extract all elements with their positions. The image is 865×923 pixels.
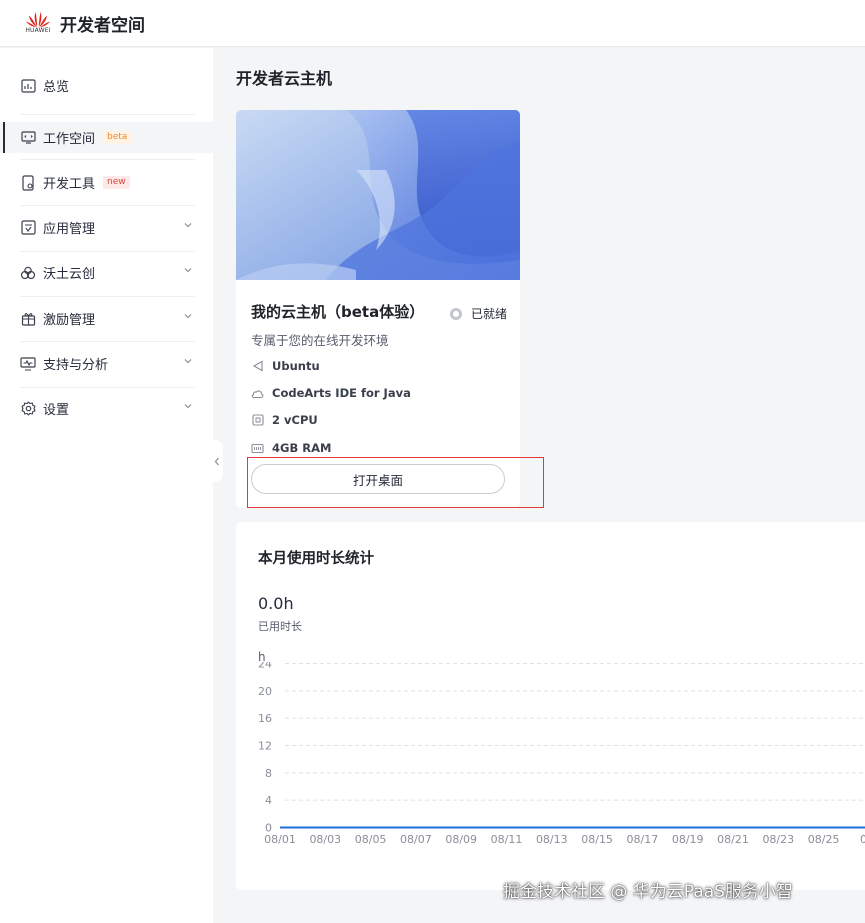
chevron-down-icon[interactable]	[183, 265, 193, 275]
chevron-left-icon	[214, 457, 219, 465]
sidebar-item-label: 总览	[43, 80, 70, 95]
y-tick-label: 24	[258, 662, 272, 671]
x-tick-label: 08/21	[717, 833, 749, 846]
cloud-host-banner-image	[236, 110, 520, 280]
ide-cloud-icon	[251, 387, 264, 400]
brand-text: HUAWEI	[25, 27, 51, 34]
usage-stats-card: 本月使用时长统计 0.0h 已用时长 h 0 4 8 12 16 20 24 08/01 08/…	[236, 522, 865, 890]
sidebar-item-label: 工作空间	[43, 132, 96, 147]
top-header: HUAWEI 开发者空间	[0, 0, 865, 47]
spec-label: CodeArts IDE for Java	[272, 386, 411, 400]
chevron-down-icon[interactable]	[183, 311, 193, 321]
monitor-icon	[20, 356, 36, 372]
sidebar-item-label: 支持与分析	[43, 358, 109, 373]
cloud-host-name: 我的云主机（beta体验）	[251, 303, 425, 321]
spec-ide: CodeArts IDE for Java	[251, 386, 411, 400]
open-desktop-button[interactable]: 打开桌面	[251, 464, 505, 494]
usage-stats-title: 本月使用时长统计	[258, 551, 374, 567]
spec-ram: 4GB RAM	[251, 441, 331, 455]
huawei-logo[interactable]: HUAWEI	[24, 8, 52, 38]
y-tick-label: 20	[258, 685, 272, 698]
os-icon	[251, 360, 264, 373]
sidebar-item-label: 应用管理	[43, 222, 96, 237]
status-badge: 已就绪	[450, 305, 507, 322]
y-tick-label: 8	[265, 767, 272, 780]
sidebar-item-workspace[interactable]: 工作空间 beta	[20, 115, 195, 160]
sidebar-item-overview[interactable]: 总览	[20, 63, 195, 108]
huawei-flower-icon	[26, 12, 50, 28]
x-tick-label: 08/01	[264, 833, 296, 846]
x-tick-label: 08/09	[445, 833, 477, 846]
sidebar-item-label: 沃土云创	[43, 267, 96, 282]
spec-label: 2 vCPU	[272, 413, 318, 427]
x-tick-label: 08/15	[581, 833, 613, 846]
sidebar-item-settings[interactable]: 设置	[20, 386, 195, 431]
chevron-down-icon[interactable]	[183, 401, 193, 411]
cloud-create-icon	[20, 265, 36, 281]
cpu-icon	[251, 414, 264, 427]
sidebar-item-cloud-create[interactable]: 沃土云创	[20, 250, 195, 295]
x-tick-label: 08/17	[627, 833, 659, 846]
sidebar-item-label: 设置	[43, 403, 70, 418]
y-tick-label: 16	[258, 712, 272, 725]
sidebar-item-dev-tools[interactable]: 开发工具 new	[20, 160, 195, 205]
x-tick-label: 08/05	[355, 833, 387, 846]
status-text: 已就绪	[471, 307, 508, 321]
x-tick-label: 08/19	[672, 833, 704, 846]
sidebar-item-label: 激励管理	[43, 313, 96, 328]
status-dot-icon	[450, 307, 462, 320]
overview-icon	[20, 78, 36, 94]
x-tick-label: 08/03	[309, 833, 341, 846]
ram-icon	[251, 442, 264, 455]
cloud-host-card: 我的云主机（beta体验） 已就绪 专属于您的在线开发环境 Ubuntu Cod…	[236, 110, 520, 508]
sidebar-item-label: 开发工具	[43, 177, 96, 192]
page-title: 开发者云主机	[236, 69, 333, 88]
workspace-icon	[20, 130, 36, 146]
x-tick-label: 08/	[860, 833, 865, 846]
cloud-host-description: 专属于您的在线开发环境	[251, 333, 389, 348]
sidebar: 总览 工作空间 beta 开发工具 new 应用管理 沃土云创 激励管理 支持与…	[0, 48, 213, 923]
spec-label: Ubuntu	[272, 359, 320, 373]
x-tick-label: 08/13	[536, 833, 568, 846]
chevron-down-icon[interactable]	[183, 220, 193, 230]
x-tick-label: 08/07	[400, 833, 432, 846]
sidebar-item-app-manage[interactable]: 应用管理	[20, 205, 195, 250]
x-tick-label: 08/11	[491, 833, 523, 846]
y-tick-label: 12	[258, 740, 272, 753]
spec-label: 4GB RAM	[272, 441, 332, 455]
x-tick-label: 08/23	[762, 833, 794, 846]
x-tick-label: 08/25	[808, 833, 840, 846]
spec-cpu: 2 vCPU	[251, 413, 318, 427]
chevron-down-icon[interactable]	[183, 356, 193, 366]
gear-icon	[20, 401, 36, 417]
beta-badge: beta	[103, 131, 132, 144]
usage-hours-label: 已用时长	[258, 620, 302, 633]
new-badge: new	[103, 176, 130, 189]
gift-icon	[20, 311, 36, 327]
watermark: 掘金技术社区 @ 华为云PaaS服务小智	[503, 882, 793, 902]
sidebar-collapse-button[interactable]	[211, 440, 223, 482]
sidebar-item-support-analysis[interactable]: 支持与分析	[20, 341, 195, 386]
usage-hours-value: 0.0h	[258, 594, 294, 613]
sidebar-item-incentive[interactable]: 激励管理	[20, 296, 195, 341]
active-item-indicator	[3, 122, 5, 153]
spec-os: Ubuntu	[251, 359, 320, 373]
y-tick-label: 4	[265, 794, 272, 807]
app-title: 开发者空间	[60, 15, 145, 36]
dev-tools-icon	[20, 174, 36, 191]
usage-line-chart: 0481216202408/01 08/03 08/05 08/07 08/09 08/1…	[258, 662, 865, 846]
app-manage-icon	[20, 220, 36, 236]
